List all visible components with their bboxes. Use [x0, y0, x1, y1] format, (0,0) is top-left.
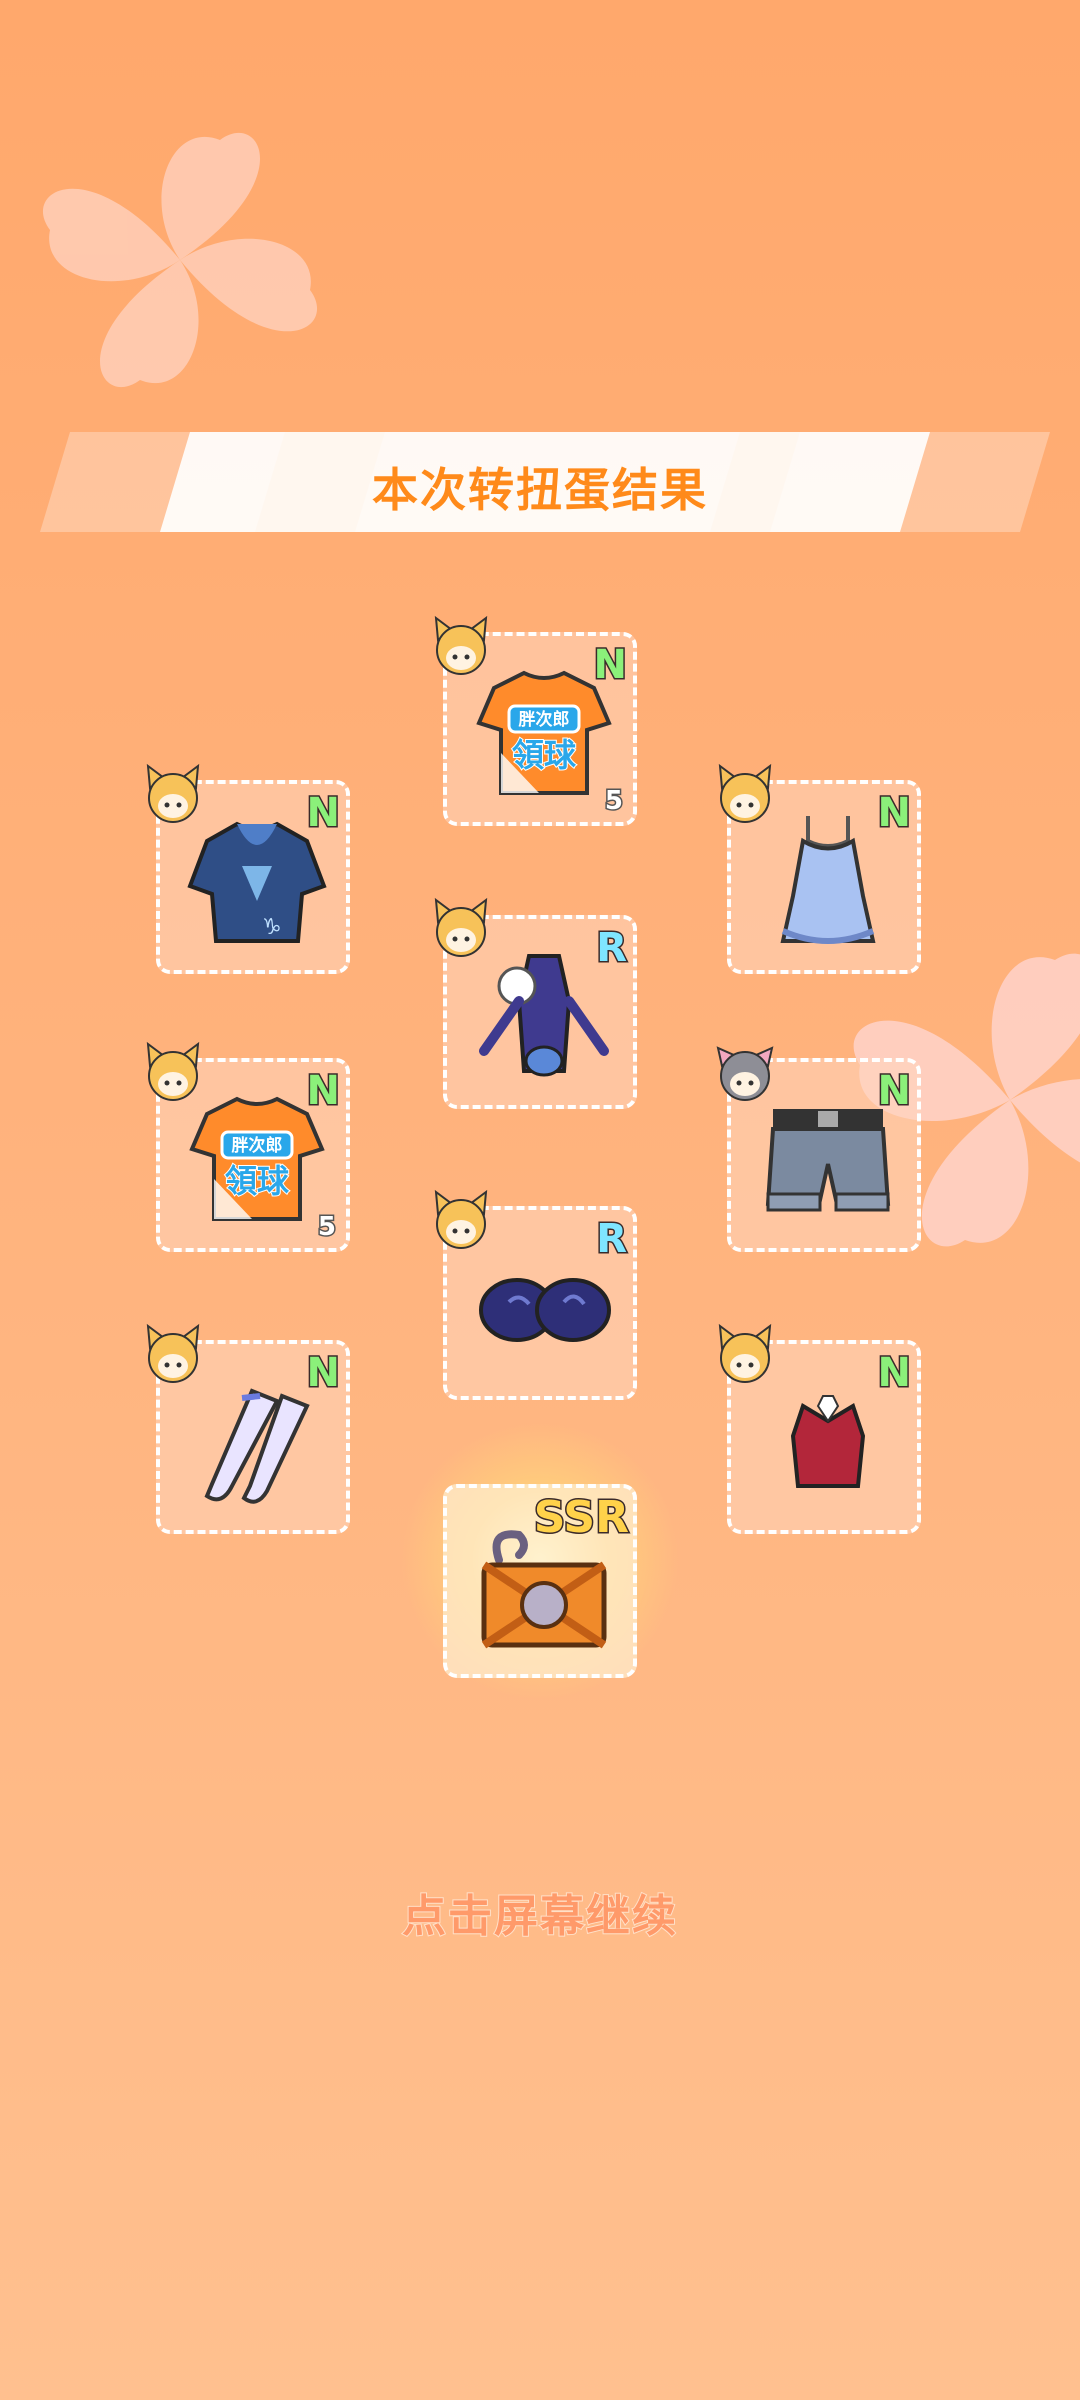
- rarity-badge: N: [876, 1067, 913, 1116]
- item-count: 5: [603, 785, 624, 818]
- flower-decoration-top: [42, 132, 318, 388]
- shirt-text-1: 胖次郎: [519, 709, 570, 730]
- rarity-badge: N: [305, 789, 342, 838]
- rarity-badge: N: [876, 1349, 913, 1398]
- rarity-badge: R: [595, 1215, 629, 1264]
- shirt-text-1: 胖次郎: [232, 1135, 283, 1156]
- svg-text:♑: ♑: [262, 915, 282, 940]
- rarity-badge: N: [876, 789, 913, 838]
- shirt-text-2: 領球: [512, 736, 577, 774]
- blonde-cat-girl-avatar-icon: [718, 1323, 772, 1383]
- rarity-badge: SSR: [532, 1491, 630, 1545]
- shirt-text-2: 領球: [225, 1162, 290, 1200]
- rarity-badge: N: [305, 1349, 342, 1398]
- item-count: 5: [316, 1211, 337, 1244]
- blonde-cat-girl-avatar-icon: [718, 763, 772, 823]
- gray-hair-girl-avatar-icon: [716, 1046, 774, 1101]
- blonde-cat-girl-avatar-icon: [434, 1189, 488, 1249]
- blonde-cat-girl-avatar-icon: [146, 1323, 200, 1383]
- rarity-badge: R: [595, 924, 629, 973]
- item-card-ssr-chest[interactable]: SSR: [443, 1484, 637, 1678]
- blonde-cat-girl-avatar-icon: [146, 1041, 200, 1101]
- results-title: 本次转扭蛋结果: [372, 463, 708, 517]
- blonde-cat-girl-avatar-icon: [434, 897, 488, 957]
- blonde-cat-girl-avatar-icon: [434, 615, 488, 675]
- blonde-cat-girl-avatar-icon: [146, 763, 200, 823]
- rarity-badge: N: [592, 641, 629, 690]
- tap-to-continue-text[interactable]: 点击屏幕继续: [0, 1880, 1080, 1944]
- rarity-badge: N: [305, 1067, 342, 1116]
